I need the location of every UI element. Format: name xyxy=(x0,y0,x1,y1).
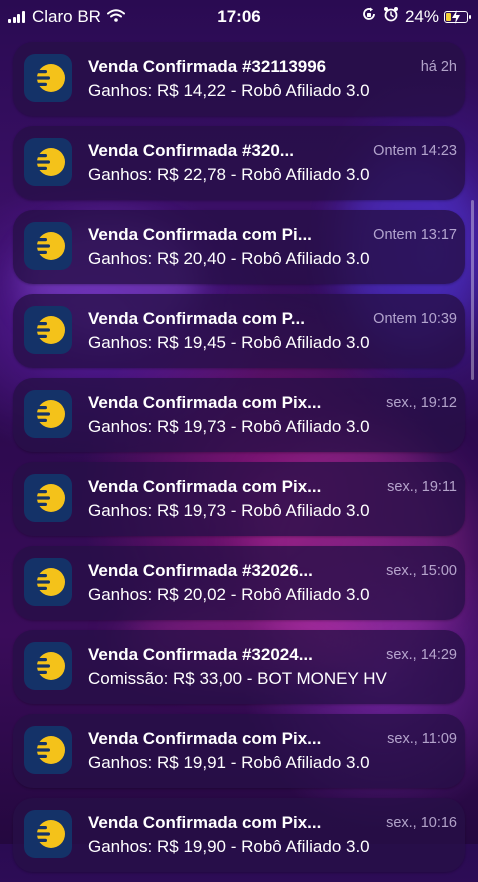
notification-card[interactable]: Venda Confirmada com Pi... Ontem 13:17 G… xyxy=(13,210,465,284)
notification-title: Venda Confirmada #32113996 xyxy=(88,57,327,76)
notification-time: Ontem 10:39 xyxy=(373,311,457,327)
battery-icon xyxy=(444,9,471,24)
notification-title: Venda Confirmada com Pix... xyxy=(88,393,322,412)
notification-body: Comissão: R$ 33,00 - BOT MONEY HV xyxy=(88,669,387,688)
status-bar: Claro BR 17:06 24% xyxy=(0,0,478,34)
notification-card[interactable]: Venda Confirmada com Pix... sex., 10:16 … xyxy=(13,798,465,872)
notification-time: há 2h xyxy=(420,59,457,75)
notification-body: Ganhos: R$ 19,90 - Robô Afiliado 3.0 xyxy=(88,837,370,856)
notification-card[interactable]: Venda Confirmada com Pix... sex., 11:09 … xyxy=(13,714,465,788)
charging-icon xyxy=(451,9,461,29)
notification-title: Venda Confirmada #320... xyxy=(88,141,294,160)
notification-body: Ganhos: R$ 20,40 - Robô Afiliado 3.0 xyxy=(88,249,370,268)
notification-time: sex., 11:09 xyxy=(387,731,457,747)
app-logo-icon xyxy=(24,222,72,270)
status-right: 24% xyxy=(361,6,471,27)
notification-body: Ganhos: R$ 19,45 - Robô Afiliado 3.0 xyxy=(88,333,370,352)
notification-title: Venda Confirmada #32024... xyxy=(88,645,313,664)
app-logo-icon xyxy=(24,810,72,858)
notification-body: Ganhos: R$ 19,73 - Robô Afiliado 3.0 xyxy=(88,417,370,436)
notification-time: sex., 15:00 xyxy=(386,563,457,579)
notification-time: sex., 14:29 xyxy=(386,647,457,663)
notification-body: Ganhos: R$ 22,78 - Robô Afiliado 3.0 xyxy=(88,165,370,184)
notification-card[interactable]: Venda Confirmada #32026... sex., 15:00 G… xyxy=(13,546,465,620)
notification-card[interactable]: Venda Confirmada com P... Ontem 10:39 Ga… xyxy=(13,294,465,368)
app-logo-icon xyxy=(24,642,72,690)
notification-time: sex., 19:11 xyxy=(387,479,457,495)
notification-time: Ontem 14:23 xyxy=(373,143,457,159)
app-logo-icon xyxy=(24,390,72,438)
battery-percent: 24% xyxy=(404,6,439,26)
notification-card[interactable]: Venda Confirmada #32024... sex., 14:29 C… xyxy=(13,630,465,704)
notification-card[interactable]: Venda Confirmada com Pix... sex., 19:11 … xyxy=(13,462,465,536)
alarm-icon xyxy=(383,6,399,27)
notification-list: Venda Confirmada #32113996 há 2h Ganhos:… xyxy=(13,42,465,882)
scroll-indicator[interactable] xyxy=(471,200,474,380)
notification-time: Ontem 13:17 xyxy=(373,227,457,243)
notification-body: Ganhos: R$ 14,22 - Robô Afiliado 3.0 xyxy=(88,81,370,100)
notification-title: Venda Confirmada com Pi... xyxy=(88,225,312,244)
notification-body: Ganhos: R$ 19,73 - Robô Afiliado 3.0 xyxy=(88,501,370,520)
app-logo-icon xyxy=(24,54,72,102)
notification-body: Ganhos: R$ 20,02 - Robô Afiliado 3.0 xyxy=(88,585,370,604)
notification-title: Venda Confirmada com Pix... xyxy=(88,813,322,832)
app-logo-icon xyxy=(24,138,72,186)
notification-card[interactable]: Venda Confirmada com Pix... sex., 19:12 … xyxy=(13,378,465,452)
orientation-lock-icon xyxy=(361,6,377,27)
notification-body: Ganhos: R$ 19,91 - Robô Afiliado 3.0 xyxy=(88,753,370,772)
app-logo-icon xyxy=(24,474,72,522)
notification-card[interactable]: Venda Confirmada #320... Ontem 14:23 Gan… xyxy=(13,126,465,200)
notification-time: sex., 19:12 xyxy=(386,395,457,411)
notification-time: sex., 10:16 xyxy=(386,815,457,831)
notification-title: Venda Confirmada com P... xyxy=(88,309,305,328)
notification-title: Venda Confirmada com Pix... xyxy=(88,729,322,748)
notification-title: Venda Confirmada #32026... xyxy=(88,561,313,580)
app-logo-icon xyxy=(24,558,72,606)
notification-title: Venda Confirmada com Pix... xyxy=(88,477,322,496)
app-logo-icon xyxy=(24,726,72,774)
notification-card[interactable]: Venda Confirmada #32113996 há 2h Ganhos:… xyxy=(13,42,465,116)
app-logo-icon xyxy=(24,306,72,354)
